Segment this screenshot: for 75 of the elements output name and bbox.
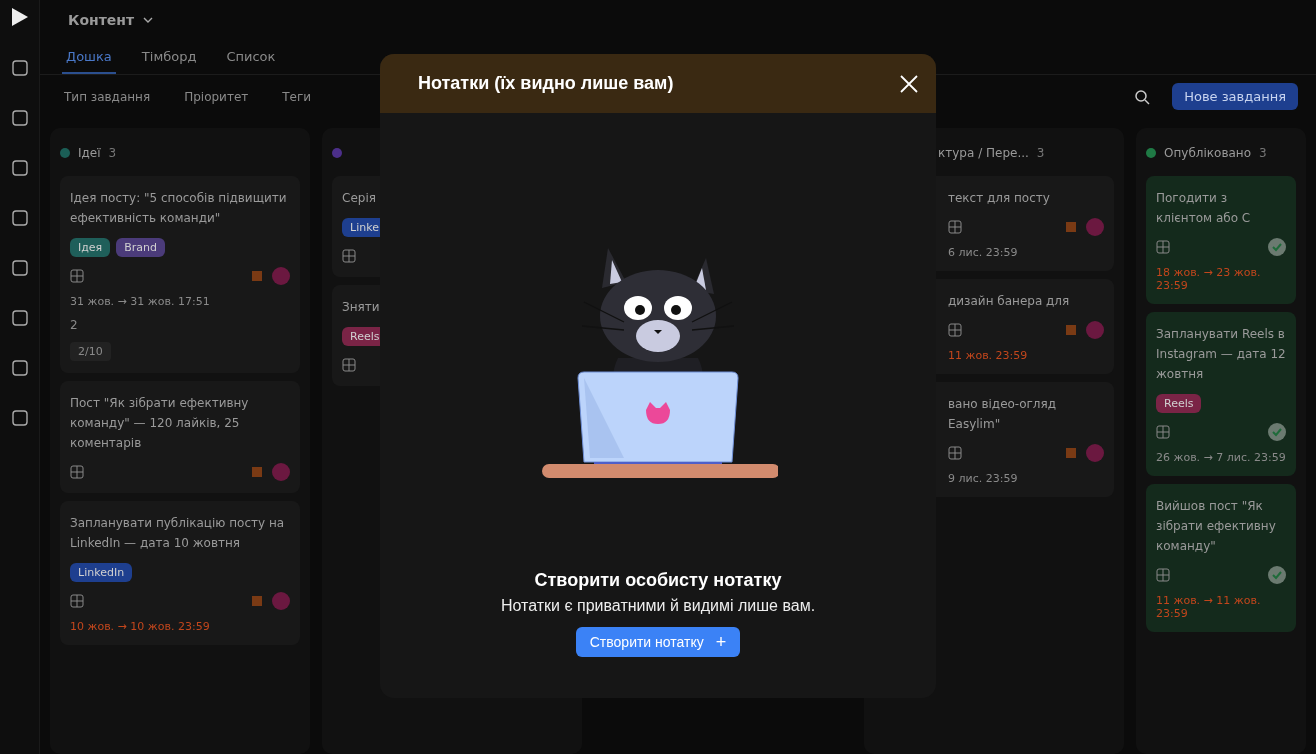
card-title: Погодити з клієнтом або С xyxy=(1156,190,1252,227)
task-card[interactable]: Вийшов пост "Як зібрати ефективну команду" 11 жов. → 11 жов. 23:59 xyxy=(1146,484,1296,632)
flag-icon xyxy=(1066,448,1076,458)
column-title: Ідеї xyxy=(78,146,101,160)
empty-state-text: Нотатки є приватними й видимі лише вам. xyxy=(500,597,816,615)
task-card[interactable]: Пост "Як зібрати ефективну команду" — 120 лайків, 25 коментарів xyxy=(60,381,300,493)
column-count: 3 xyxy=(1036,146,1045,160)
sidebar-nav-icon[interactable] xyxy=(11,310,28,326)
due-date: 10 жов. → 10 жов. 23:59 xyxy=(70,620,211,633)
column-count: 3 xyxy=(1259,146,1267,160)
filter-dropdown[interactable]: Тип завдання xyxy=(58,88,157,105)
due-date: 11 жов. 23:59 xyxy=(948,349,1029,362)
card-title: Пост "Як зібрати ефективну команду" — 120 лайків, 25 коментарів xyxy=(70,395,250,452)
sidebar-nav-icon[interactable] xyxy=(11,160,28,176)
sidebar-nav-icon[interactable] xyxy=(11,260,28,276)
task-card[interactable]: Ідея посту: "5 способів підвищити ефективність команди" Ідея Brand 31 жов. → 31 жов. 17:51 2 2/10 xyxy=(60,176,300,373)
due-date: 11 жов. → 11 жов. 23:59 xyxy=(1156,594,1262,620)
due-date: 26 жов. → 7 лис. 23:59 xyxy=(1156,451,1286,464)
create-note-button[interactable]: Створити нотатку + xyxy=(575,627,741,657)
task-card[interactable]: Запланувати Reels в Instagram — дата 12 жовтня Reels 26 жов. → 7 лис. 23:59 xyxy=(1146,312,1296,476)
due-date: 31 жов. → 31 жов. 17:51 xyxy=(70,295,211,308)
card-title: Вийшов пост "Як зібрати ефективну команду" xyxy=(1156,498,1277,555)
card-title: Ідея посту: "5 способів підвищити ефективність команди" xyxy=(70,190,288,227)
subtask-counter: 2/10 xyxy=(70,342,111,361)
tag: Ідея xyxy=(70,238,111,257)
check-circle-icon xyxy=(1268,566,1286,584)
due-date: 9 лис. 23:59 xyxy=(948,472,1019,485)
card-title: вано відео-огляд Easylim" xyxy=(948,396,1058,433)
sidebar-nav-icon[interactable] xyxy=(11,110,28,126)
dialog-title: Нотатки (їх видно лише вам) xyxy=(418,73,674,94)
tag: Brand xyxy=(116,238,165,257)
filter-dropdown[interactable]: Теги xyxy=(276,88,318,105)
column-title: ктура / Пере... xyxy=(938,146,1029,160)
column-title: Опубліковано xyxy=(1164,146,1251,160)
task-card[interactable]: Запланувати публікацію посту на LinkedIn — дата 10 жовтня LinkedIn 10 жов. → 10 жов. 23:59 xyxy=(60,501,300,645)
check-circle-icon xyxy=(1268,423,1286,441)
sidebar-nav-icon[interactable] xyxy=(11,410,28,426)
due-date: 18 жов. → 23 жов. 23:59 xyxy=(1156,266,1262,292)
check-circle-icon xyxy=(1268,238,1286,256)
flag-icon xyxy=(1066,222,1076,232)
sidebar-nav-icon[interactable] xyxy=(11,360,28,376)
tag: LinkedIn xyxy=(70,563,133,582)
card-title: Запланувати публікацію посту на LinkedIn — дата 10 жовтня xyxy=(70,515,286,552)
card-title: Зняти xyxy=(342,299,381,316)
column-count: 3 xyxy=(108,146,117,160)
card-title: дизайн банера для xyxy=(948,293,1071,310)
search-icon[interactable] xyxy=(1134,88,1151,105)
close-button[interactable] xyxy=(900,74,918,93)
tag: Reels xyxy=(1156,394,1202,413)
logo-icon xyxy=(11,8,28,26)
sidebar-nav-icon[interactable] xyxy=(11,60,28,76)
view-tab[interactable]: Список xyxy=(222,49,280,74)
card-title: Запланувати Reels в Instagram — дата 12 жовтня xyxy=(1156,326,1286,383)
workspace-title[interactable]: Контент xyxy=(68,12,135,28)
flag-icon xyxy=(252,596,262,606)
avatar xyxy=(272,267,290,285)
empty-state-heading: Створити особисту нотатку xyxy=(534,570,782,591)
avatar xyxy=(1086,321,1104,339)
card-title: Серія xyxy=(342,190,377,207)
sidebar-nav-icon[interactable] xyxy=(11,210,28,226)
task-card[interactable]: Погодити з клієнтом або С 18 жов. → 23 жов. 23:59 xyxy=(1146,176,1296,304)
avatar xyxy=(272,463,290,481)
view-tab[interactable]: Тімборд xyxy=(137,49,201,74)
due-date: 6 лис. 23:59 xyxy=(948,246,1019,259)
new-task-button[interactable]: Нове завдання xyxy=(1172,83,1298,110)
view-tab[interactable]: Дошка xyxy=(62,49,116,74)
card-title: текст для посту xyxy=(948,190,1051,207)
flag-icon xyxy=(252,467,262,477)
flag-icon xyxy=(1066,325,1076,335)
filter-dropdown[interactable]: Пріоритет xyxy=(178,88,255,105)
comment-count: 2 xyxy=(70,318,79,332)
avatar xyxy=(1086,218,1104,236)
avatar xyxy=(272,592,290,610)
flag-icon xyxy=(252,271,262,281)
avatar xyxy=(1086,444,1104,462)
